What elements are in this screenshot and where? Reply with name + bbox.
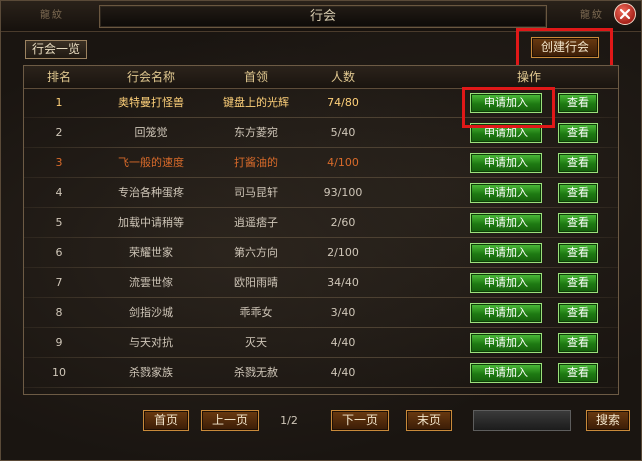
guild-member-count: 4/40 (330, 336, 356, 349)
guild-leader: 欧阳雨晴 (234, 276, 278, 289)
guild-member-count: 93/100 (323, 186, 363, 199)
guild-member-count: 5/40 (330, 126, 356, 139)
guild-rank: 10 (52, 366, 66, 379)
guild-member-count: 74/80 (327, 96, 359, 109)
guild-name: 杀戮家族 (129, 366, 173, 379)
guild-leader: 逍遥痞子 (234, 216, 278, 229)
guild-member-count: 34/40 (327, 276, 359, 289)
guild-name: 飞一般的速度 (118, 156, 184, 169)
header-member-count: 人数 (330, 70, 355, 84)
table-row: 10 杀戮家族 杀戮无赦 4/40 申请加入 查看 (24, 358, 618, 388)
table-row: 8 剑指沙城 乖乖女 3/40 申请加入 查看 (24, 298, 618, 328)
guild-member-count: 3/40 (330, 306, 356, 319)
guild-name: 荣耀世家 (129, 246, 173, 259)
view-guild-button[interactable]: 查看 (558, 213, 598, 233)
guild-leader: 打酱油的 (234, 156, 278, 169)
apply-join-button[interactable]: 申请加入 (470, 363, 542, 383)
guild-name: 回笼觉 (134, 126, 168, 139)
prev-page-button[interactable]: 上一页 (201, 410, 259, 431)
tab-guild-list[interactable]: 行会一览 (25, 40, 87, 59)
guild-leader: 键盘上的光辉 (223, 96, 289, 109)
dragon-ornament-left: 龍紋 (40, 10, 64, 21)
view-guild-button[interactable]: 查看 (558, 93, 598, 113)
guild-rank: 9 (55, 336, 63, 349)
guild-leader: 杀戮无赦 (234, 366, 278, 379)
guild-member-count: 4/100 (327, 156, 359, 169)
guild-leader: 司马昆轩 (234, 186, 278, 199)
header-rank: 排名 (46, 70, 71, 84)
first-page-button[interactable]: 首页 (143, 410, 189, 431)
guild-rank: 1 (55, 96, 63, 109)
guild-name: 剑指沙城 (129, 306, 173, 319)
apply-join-button[interactable]: 申请加入 (470, 333, 542, 353)
table-row: 6 荣耀世家 第六方向 2/100 申请加入 查看 (24, 238, 618, 268)
search-button[interactable]: 搜索 (586, 410, 630, 431)
guild-rank: 4 (55, 186, 63, 199)
guild-rank: 2 (55, 126, 63, 139)
guild-rank: 3 (55, 156, 63, 169)
search-input[interactable] (473, 410, 571, 431)
guild-member-count: 2/60 (330, 216, 356, 229)
guild-leader: 东方菱宛 (234, 126, 278, 139)
annotation-highlight-join (462, 87, 555, 128)
guild-member-count: 2/100 (327, 246, 359, 259)
page-indicator: 1/2 (280, 414, 298, 427)
guild-rank: 7 (55, 276, 63, 289)
view-guild-button[interactable]: 查看 (558, 123, 598, 143)
window-title: 行会 (99, 5, 547, 28)
view-guild-button[interactable]: 查看 (558, 153, 598, 173)
guild-leader: 乖乖女 (239, 306, 273, 319)
guild-leader: 第六方向 (234, 246, 278, 259)
guild-leader: 灭天 (245, 336, 267, 349)
view-guild-button[interactable]: 查看 (558, 243, 598, 263)
guild-rank: 5 (55, 216, 63, 229)
header-guild-name: 行会名称 (126, 70, 175, 84)
guild-name: 奥特曼打怪兽 (118, 96, 184, 109)
view-guild-button[interactable]: 查看 (558, 183, 598, 203)
apply-join-button[interactable]: 申请加入 (470, 183, 542, 203)
apply-join-button[interactable]: 申请加入 (470, 243, 542, 263)
guild-window: 龍紋 行会 龍紋 行会一览 创建行会 排名 行会名称 首领 人数 操作 1 奥特曼… (0, 0, 642, 461)
apply-join-button[interactable]: 申请加入 (470, 213, 542, 233)
guild-name: 加载中请稍等 (118, 216, 184, 229)
table-row: 3 飞一般的速度 打酱油的 4/100 申请加入 查看 (24, 148, 618, 178)
table-row: 5 加载中请稍等 逍遥痞子 2/60 申请加入 查看 (24, 208, 618, 238)
guild-member-count: 4/40 (330, 366, 356, 379)
guild-rank: 6 (55, 246, 63, 259)
header-actions: 操作 (516, 70, 541, 84)
table-header: 排名 行会名称 首领 人数 操作 (24, 66, 618, 89)
last-page-button[interactable]: 末页 (406, 410, 452, 431)
guild-rank: 8 (55, 306, 63, 319)
view-guild-button[interactable]: 查看 (558, 303, 598, 323)
annotation-highlight-create (516, 28, 613, 68)
guild-name: 流雲世傢 (129, 276, 173, 289)
apply-join-button[interactable]: 申请加入 (470, 273, 542, 293)
guild-name: 与天对抗 (129, 336, 173, 349)
guild-name: 专治各种蛋疼 (118, 186, 184, 199)
view-guild-button[interactable]: 查看 (558, 333, 598, 353)
table-row: 9 与天对抗 灭天 4/40 申请加入 查看 (24, 328, 618, 358)
table-row: 4 专治各种蛋疼 司马昆轩 93/100 申请加入 查看 (24, 178, 618, 208)
view-guild-button[interactable]: 查看 (558, 273, 598, 293)
apply-join-button[interactable]: 申请加入 (470, 153, 542, 173)
apply-join-button[interactable]: 申请加入 (470, 303, 542, 323)
table-row: 7 流雲世傢 欧阳雨晴 34/40 申请加入 查看 (24, 268, 618, 298)
next-page-button[interactable]: 下一页 (331, 410, 389, 431)
header-leader: 首领 (243, 70, 268, 84)
close-button[interactable] (614, 3, 636, 25)
view-guild-button[interactable]: 查看 (558, 363, 598, 383)
row-divider (24, 387, 618, 388)
close-icon (619, 8, 631, 20)
